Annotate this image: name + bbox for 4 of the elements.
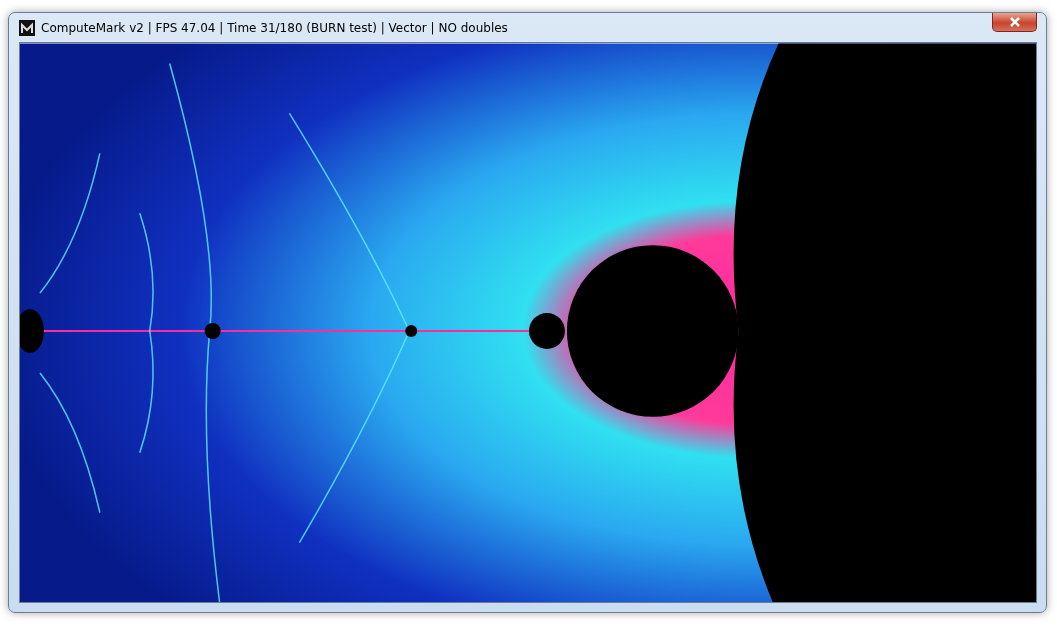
window-title: ComputeMark v2 | FPS 47.04 | Time 31/180 (BURN test) | Vector | NO doubles [41, 20, 509, 35]
close-icon [1008, 17, 1021, 27]
app-icon [19, 19, 35, 36]
close-button[interactable] [992, 13, 1037, 32]
